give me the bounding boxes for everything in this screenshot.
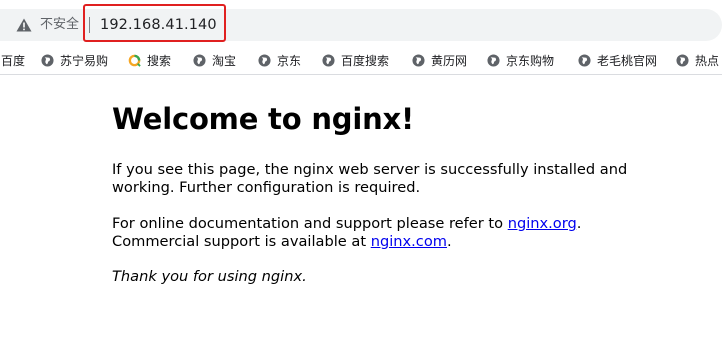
globe-icon [487, 53, 500, 67]
globe-icon [676, 53, 689, 67]
docs-text: For online documentation and support ple… [112, 215, 508, 232]
globe-icon [412, 53, 425, 67]
bookmark-label: 搜索 [147, 53, 172, 68]
nginx-org-link[interactable]: nginx.org [508, 215, 577, 232]
support-text: Commercial support is available at [112, 233, 371, 250]
bookmark-label: 百度搜索 [341, 53, 390, 68]
intro-line-1: If you see this page, the nginx web serv… [112, 161, 628, 178]
bookmark-label: 老毛桃官网 [597, 53, 658, 68]
bookmark-laomaotao[interactable]: 老毛桃官网 [578, 51, 657, 69]
bookmark-label: 热点 [695, 53, 720, 68]
globe-icon [41, 53, 54, 67]
bookmark-label: 淘宝 [212, 53, 237, 68]
bookmark-label: 京东购物 [506, 53, 555, 68]
bookmark-suning[interactable]: 苏宁易购 [41, 51, 108, 69]
globe-icon [258, 53, 271, 67]
docs-suffix: . [576, 215, 582, 232]
bookmark-baidu-search[interactable]: 百度搜索 [322, 51, 389, 69]
bookmark-jd[interactable]: 京东 [258, 51, 301, 69]
globe-icon [322, 53, 335, 67]
intro-line-2: working. Further configuration is requir… [112, 179, 421, 196]
warning-icon[interactable] [16, 18, 32, 32]
intro-paragraph: If you see this page, the nginx web serv… [112, 161, 627, 197]
bookmarks-bar: 百度 苏宁易购 搜索 淘宝 京东 百度搜索 黄历网 京东购物 老毛桃官网 热点 [0, 46, 722, 75]
bookmark-hot[interactable]: 热点 [676, 51, 719, 69]
bookmark-taobao[interactable]: 淘宝 [193, 51, 236, 69]
globe-icon [193, 53, 206, 67]
thanks-text: Thank you for using nginx. [112, 268, 307, 285]
bookmark-label: 黄历网 [431, 53, 468, 68]
bookmark-jd-shopping[interactable]: 京东购物 [487, 51, 554, 69]
bookmark-huangli[interactable]: 黄历网 [412, 51, 467, 69]
globe-icon [578, 53, 591, 67]
nginx-com-link[interactable]: nginx.com [371, 233, 447, 250]
support-suffix: . [446, 233, 452, 250]
bookmark-label: 苏宁易购 [60, 53, 109, 68]
bookmark-baidu[interactable]: 百度 [1, 51, 25, 69]
url-highlight-box [83, 4, 226, 42]
bookmark-label: 京东 [277, 53, 302, 68]
page-title: Welcome to nginx! [112, 102, 415, 136]
bookmark-label: 百度 [1, 53, 26, 68]
security-status-label[interactable]: 不安全 [40, 16, 79, 34]
browser-toolbar: 不安全 192.168.41.140 [0, 0, 722, 46]
bookmark-search[interactable]: 搜索 [128, 51, 171, 69]
search-ring-icon [128, 54, 141, 67]
support-paragraph: For online documentation and support ple… [112, 215, 581, 251]
